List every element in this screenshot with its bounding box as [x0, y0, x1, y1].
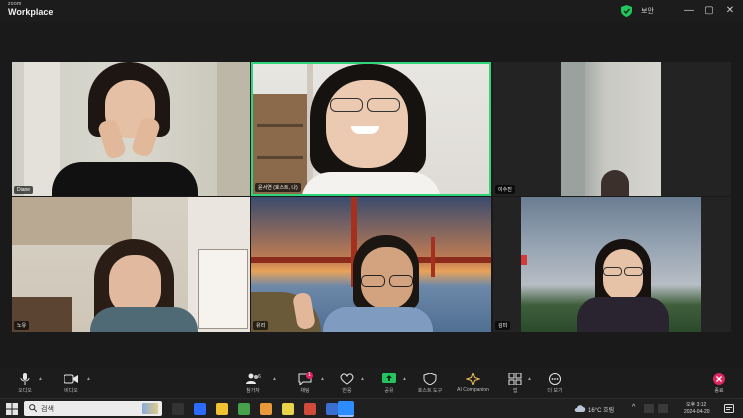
chevron-up-icon[interactable]: ▲: [527, 376, 532, 382]
chevron-up-icon[interactable]: ^: [632, 404, 635, 411]
clock-date[interactable]: 2024-04-20: [684, 409, 710, 415]
host-tools-button[interactable]: 호스트 도구: [416, 368, 444, 398]
sparkle-icon: [466, 373, 480, 385]
app-icon[interactable]: [326, 403, 338, 415]
zoom-app-icon[interactable]: [338, 401, 354, 417]
participant-name: 유리: [253, 321, 269, 330]
more-label: 더 보기: [547, 388, 563, 394]
brand-name: Workplace: [8, 7, 54, 17]
end-meeting-button[interactable]: 종료: [708, 368, 730, 398]
video-camera-icon: [64, 374, 78, 384]
edge-browser-icon[interactable]: [194, 403, 206, 415]
task-view-icon[interactable]: [172, 403, 184, 415]
meeting-toolbar: 오디오 ▲ 비디오 ▲ 참가자 6 ▲ 채팅 1 ▲ 반응 ▲ 공유 ▲ 호스트…: [0, 368, 743, 398]
shield-icon: [423, 373, 437, 385]
search-highlight-icon: [142, 403, 158, 414]
app-icon[interactable]: [260, 403, 272, 415]
participant-name: 이수진: [495, 185, 515, 194]
ai-companion-button[interactable]: AI Companion: [452, 368, 494, 398]
participant-name: 윤서연 (호스트, 나): [255, 183, 301, 192]
minimize-icon[interactable]: —: [682, 4, 696, 18]
participants-button[interactable]: 참가자: [240, 368, 266, 398]
more-icon: [549, 373, 561, 385]
video-tile[interactable]: 노유: [12, 197, 250, 332]
security-label[interactable]: 보안: [641, 6, 654, 16]
file-explorer-icon[interactable]: [216, 403, 228, 415]
share-screen-icon: [382, 373, 396, 383]
ai-companion-label: AI Companion: [457, 387, 489, 393]
chevron-up-icon[interactable]: ▲: [320, 376, 325, 382]
weather-text[interactable]: 16°C 흐림: [588, 405, 614, 414]
mute-label: 오디오: [18, 388, 32, 394]
microphone-icon: [20, 373, 30, 385]
shield-check-icon[interactable]: [621, 5, 632, 17]
host-tools-label: 호스트 도구: [417, 388, 443, 394]
apps-label: 앱: [512, 388, 518, 394]
chevron-up-icon[interactable]: ▲: [86, 376, 91, 382]
react-label: 반응: [342, 388, 352, 394]
share-label: 공유: [384, 388, 394, 394]
participant-name: Diane: [14, 186, 34, 194]
notification-icon[interactable]: [724, 404, 734, 414]
video-tile[interactable]: 김미: [493, 197, 731, 332]
title-bar: zoom Workplace 보안 — ▢ ✕: [0, 0, 743, 22]
close-icon[interactable]: ✕: [723, 4, 737, 18]
app-logo: zoom Workplace: [8, 2, 53, 17]
chevron-up-icon[interactable]: ▲: [402, 376, 407, 382]
participant-name: 김미: [495, 321, 511, 330]
video-tile-active-speaker[interactable]: 윤서연 (호스트, 나): [251, 62, 491, 196]
powerpoint-icon[interactable]: [304, 403, 316, 415]
keyboard-icon[interactable]: [658, 404, 668, 413]
mute-button[interactable]: 오디오: [14, 368, 36, 398]
tray-icon[interactable]: [644, 404, 654, 413]
chat-badge: 1: [306, 372, 313, 379]
end-label: 종료: [714, 388, 724, 394]
chat-button[interactable]: 채팅: [294, 368, 316, 398]
windows-taskbar: 검색 16°C 흐림 ^ 오후 3:12 2024-04-20: [0, 398, 743, 418]
chevron-up-icon[interactable]: ▲: [360, 376, 365, 382]
heart-icon: [340, 373, 354, 385]
kakaotalk-icon[interactable]: [282, 403, 294, 415]
apps-button[interactable]: 앱: [504, 368, 526, 398]
search-input-placeholder: 검색: [41, 406, 54, 413]
end-call-icon: [713, 373, 725, 385]
more-button[interactable]: 더 보기: [544, 368, 566, 398]
chat-label: 채팅: [300, 388, 310, 394]
share-button[interactable]: 공유: [378, 368, 400, 398]
video-label: 비디오: [64, 388, 78, 394]
video-tile[interactable]: 이수진: [493, 62, 731, 196]
search-icon: [29, 404, 37, 412]
chevron-up-icon[interactable]: ▲: [272, 376, 277, 382]
participant-name: 노유: [14, 321, 30, 330]
windows-start-icon[interactable]: [6, 403, 18, 415]
taskbar-search[interactable]: 검색: [24, 401, 162, 416]
apps-icon: [508, 373, 522, 385]
participant-count: 6: [258, 374, 261, 380]
video-tile[interactable]: 유리: [251, 197, 491, 332]
video-tile[interactable]: Diane: [12, 62, 250, 196]
zoom-window: zoom Workplace 보안 — ▢ ✕ Diane 윤서연 (호스트, …: [0, 0, 743, 398]
video-button[interactable]: 비디오: [60, 368, 82, 398]
maximize-icon[interactable]: ▢: [702, 4, 716, 18]
participants-label: 참가자: [246, 388, 260, 394]
weather-cloud-icon: [574, 405, 586, 412]
clock-time[interactable]: 오후 3:12: [686, 401, 706, 408]
chevron-up-icon[interactable]: ▲: [38, 376, 43, 382]
app-icon[interactable]: [238, 403, 250, 415]
react-button[interactable]: 반응: [336, 368, 358, 398]
